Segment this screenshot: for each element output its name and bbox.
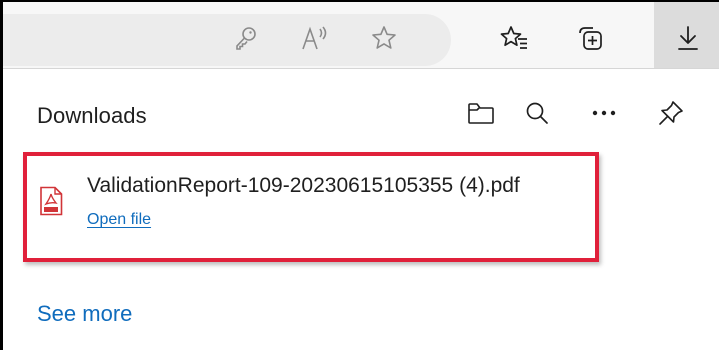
see-more-link[interactable]: See more bbox=[37, 301, 132, 327]
downloads-icon[interactable] bbox=[666, 16, 710, 60]
open-file-link[interactable]: Open file bbox=[87, 211, 151, 229]
open-folder-icon[interactable] bbox=[459, 93, 503, 133]
downloads-panel: Downloads ValidationReport-109-202306151… bbox=[3, 68, 719, 351]
favorites-list-icon[interactable] bbox=[492, 16, 536, 60]
downloads-tab[interactable] bbox=[654, 2, 719, 68]
read-aloud-icon[interactable] bbox=[294, 16, 338, 60]
browser-toolbar bbox=[3, 2, 719, 68]
key-icon[interactable] bbox=[224, 16, 268, 60]
collections-icon[interactable] bbox=[568, 16, 612, 60]
search-icon[interactable] bbox=[515, 93, 559, 133]
favorite-star-icon[interactable] bbox=[362, 16, 406, 60]
pdf-icon bbox=[39, 186, 63, 216]
download-file-name[interactable]: ValidationReport-109-20230615105355 (4).… bbox=[87, 174, 520, 198]
pin-icon[interactable] bbox=[649, 93, 693, 133]
download-item[interactable]: ValidationReport-109-20230615105355 (4).… bbox=[23, 152, 599, 262]
panel-title: Downloads bbox=[37, 103, 147, 128]
browser-window: Downloads ValidationReport-109-202306151… bbox=[0, 0, 719, 351]
more-options-icon[interactable] bbox=[582, 93, 626, 133]
